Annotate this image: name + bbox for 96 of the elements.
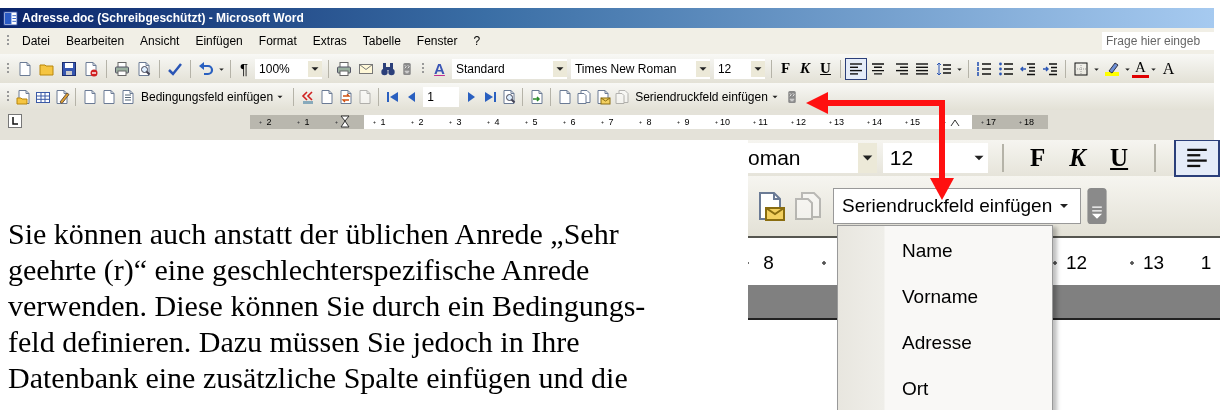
ruler-number: 8 (630, 115, 668, 129)
menu-item[interactable]: Extras (304, 34, 355, 48)
ruler-number: 1 (364, 115, 402, 129)
caret-icon[interactable] (857, 143, 877, 173)
caret-icon[interactable] (750, 60, 765, 77)
dropdown-field[interactable]: Standard (451, 58, 567, 79)
documents-icon[interactable] (575, 88, 592, 105)
ruler-number: 12 (782, 115, 820, 129)
align-left-button[interactable] (844, 57, 867, 80)
dropdown-field[interactable]: 100% (255, 58, 323, 79)
highlighter-icon[interactable] (1103, 60, 1120, 77)
magnifier-icon[interactable] (136, 60, 152, 77)
menu-item[interactable]: Fenster (408, 34, 466, 48)
bold-button[interactable]: F (1018, 144, 1058, 172)
menu-item[interactable]: Tabelle (354, 34, 409, 48)
ruler-number: 15 (896, 115, 934, 129)
align-left-icon (847, 60, 864, 77)
styles-button[interactable]: A (429, 60, 450, 77)
word-document-icon (3, 10, 18, 26)
paragraph: Sie können auch anstatt der üblichen Anrede „Sehr geehrte (r)“ eine geschlechterspezifische Anrede verwenden. Diese können Sie durch ein Bedingungs- feld definieren. Dazu müssen Sie jedoch in Ihre Datenbank eine zusätzliche Spalte einfügen und die (7, 216, 646, 396)
menu-item[interactable]: Bearbeiten (58, 34, 133, 48)
ruler-number: 13 (820, 115, 858, 129)
ruler-number: 4 (478, 115, 516, 129)
magnifier-icon[interactable] (500, 88, 517, 105)
overflow-icon[interactable] (1087, 188, 1108, 224)
menu-item[interactable]: Datei (14, 34, 58, 48)
ruler-number: 2 (402, 115, 440, 129)
outdent-icon[interactable] (1019, 60, 1036, 77)
border-icon[interactable] (1072, 60, 1089, 77)
ruler-number: 11 (744, 115, 782, 129)
ruler-number: 14 (858, 115, 896, 129)
ruler-number: 1 (1199, 250, 1213, 275)
undo-icon[interactable] (198, 60, 214, 77)
underline-button[interactable]: U (1098, 144, 1141, 172)
bullet-list-icon[interactable] (997, 60, 1014, 77)
ruler-number: 1 (288, 115, 326, 129)
angle-brackets-icon[interactable] (299, 88, 316, 105)
ruler-number: 17 (972, 115, 1010, 129)
document-folder-icon[interactable] (15, 88, 32, 105)
ruler-number: 9 (668, 115, 706, 129)
ruler-number: 7 (592, 115, 630, 129)
document-pencil-icon[interactable] (53, 88, 70, 105)
ruler-number: 2 (250, 115, 288, 129)
bold-button[interactable]: F (775, 60, 796, 77)
menu-item[interactable]: Format (250, 34, 305, 48)
justify-icon (913, 60, 930, 77)
tab-stop-icon[interactable] (8, 114, 22, 128)
insert-field-button[interactable]: Bedingungsfeld einfügen (137, 89, 290, 104)
indent-marker-icon[interactable] (340, 115, 350, 129)
dropdown-field[interactable]: Times New Roman (570, 58, 710, 79)
ruler-number: 5 (516, 115, 554, 129)
grow-font-button[interactable]: A (1157, 59, 1180, 78)
align-center-icon (869, 60, 886, 77)
document-icon[interactable] (17, 60, 33, 77)
menu-item[interactable]: ? (465, 34, 489, 48)
menu-item[interactable]: Adresse (838, 320, 1052, 366)
binoculars-icon[interactable] (380, 60, 397, 77)
document-envelope-icon[interactable] (594, 88, 611, 105)
italic-button[interactable]: K (795, 60, 816, 77)
document-arrow-icon[interactable] (528, 88, 545, 105)
help-field[interactable]: Frage hier eingeb (1102, 32, 1214, 50)
dropdown-field[interactable]: 1 (423, 86, 460, 107)
ruler-number: 6 (554, 115, 592, 129)
indent-marker-icon[interactable] (950, 119, 960, 127)
document-icon[interactable] (556, 88, 573, 105)
underline-button[interactable]: U (815, 60, 836, 77)
caret-icon[interactable] (695, 60, 710, 77)
menu-item[interactable]: Ort (838, 366, 1052, 410)
dropdown-field[interactable]: 12 (713, 58, 765, 79)
menu-item[interactable]: Einfügen (187, 34, 251, 48)
numbered-list-icon[interactable] (975, 60, 992, 77)
line-spacing-icon[interactable] (935, 60, 952, 77)
ruler-number: 10 (706, 115, 744, 129)
window-title: Adresse.doc (Schreibgeschützt) - Microsoft Word (22, 11, 304, 25)
document-icon[interactable] (318, 88, 335, 105)
insert-field-button[interactable]: Seriendruckfeld einfügen (833, 188, 1082, 224)
document-arrows-icon[interactable] (337, 88, 354, 105)
caret-icon[interactable] (308, 60, 323, 77)
document-icon[interactable] (81, 88, 98, 105)
document-lines-icon[interactable] (119, 88, 136, 105)
ruler-number: 3 (440, 115, 478, 129)
align-left-button[interactable] (1174, 140, 1220, 177)
insert-field-button[interactable]: Seriendruckfeld einfügen (631, 89, 784, 104)
document-icon[interactable] (83, 60, 99, 77)
font-color-button[interactable]: A (1131, 59, 1149, 78)
printer-icon[interactable] (114, 60, 130, 77)
paragraph-mark-button[interactable]: ¶ (235, 60, 254, 77)
document-icon[interactable] (100, 88, 117, 105)
font-field[interactable]: oman (748, 143, 858, 173)
menu-item[interactable]: Ansicht (132, 34, 188, 48)
caret-icon[interactable] (552, 60, 567, 77)
italic-button[interactable]: K (1057, 144, 1099, 172)
ruler-number: 18 (1010, 115, 1048, 129)
printer-icon[interactable] (336, 60, 353, 77)
font-size-field[interactable]: 12 (882, 143, 989, 173)
indent-icon[interactable] (1041, 60, 1058, 77)
